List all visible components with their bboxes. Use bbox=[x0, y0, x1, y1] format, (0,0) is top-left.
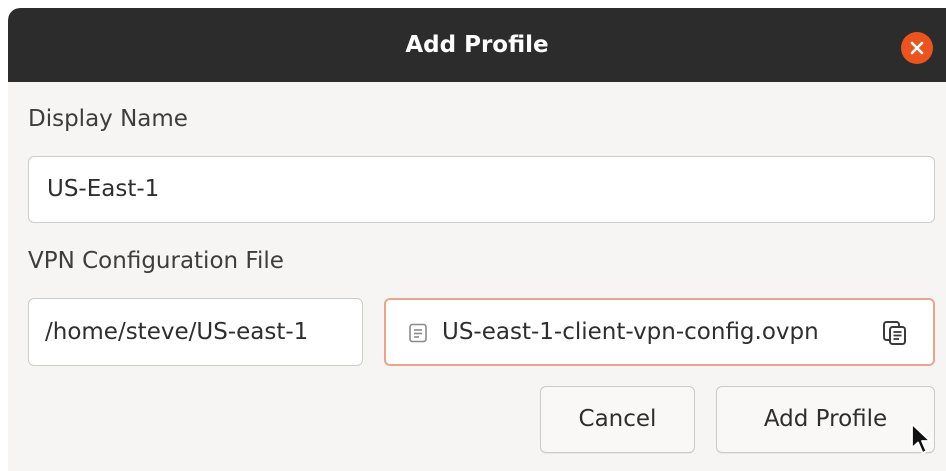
add-profile-dialog: Add Profile Display Name US-East-1 VPN C… bbox=[8, 8, 946, 471]
cancel-button[interactable]: Cancel bbox=[540, 386, 695, 453]
document-icon bbox=[409, 323, 427, 343]
vpn-file-name: US-east-1-client-vpn-config.ovpn bbox=[442, 319, 819, 345]
copy-icon bbox=[883, 321, 906, 345]
vpn-file-chooser-button[interactable]: US-east-1-client-vpn-config.ovpn bbox=[384, 298, 935, 366]
display-name-label: Display Name bbox=[28, 106, 188, 132]
titlebar: Add Profile bbox=[8, 8, 946, 82]
mouse-pointer-icon bbox=[911, 423, 931, 454]
vpn-path-input[interactable]: /home/steve/US-east-1 bbox=[28, 298, 363, 366]
vpn-config-label: VPN Configuration File bbox=[28, 248, 284, 274]
close-button[interactable] bbox=[901, 32, 933, 64]
add-profile-button[interactable]: Add Profile bbox=[716, 386, 935, 453]
display-name-input[interactable]: US-East-1 bbox=[28, 156, 935, 223]
close-icon bbox=[910, 41, 924, 55]
dialog-title: Add Profile bbox=[405, 32, 549, 58]
